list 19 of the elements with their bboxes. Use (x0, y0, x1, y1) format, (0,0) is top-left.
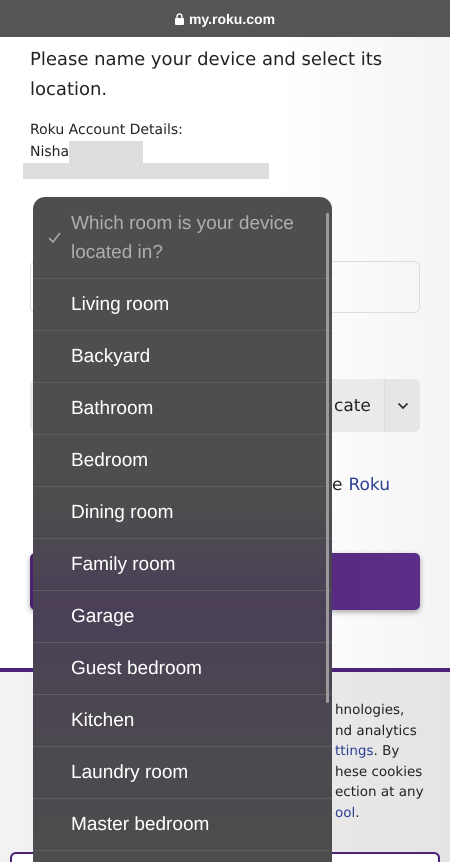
cookie-link[interactable]: ool (335, 804, 356, 820)
cookie-text: hese cookies (335, 764, 422, 780)
account-label: Roku Account Details: (30, 121, 184, 140)
chevron-icon (396, 402, 408, 410)
page-heading: Please name your device and select its location. (30, 48, 384, 102)
url-text[interactable]: my.roku.com (188, 10, 276, 26)
menu-item[interactable]: Master bedroom (33, 799, 332, 851)
cookie-text: . (355, 804, 360, 820)
menu-item[interactable]: Laundry room (33, 747, 332, 799)
cookie-text: . By (374, 743, 400, 759)
roku-link[interactable]: Roku (348, 474, 390, 496)
checkmark-icon (48, 232, 60, 243)
cookie-text: hnologies, (335, 702, 404, 718)
cookie-text: ection at any (335, 784, 424, 800)
menu-item[interactable]: Kitchen (33, 695, 332, 747)
cookie-link[interactable]: ttings (335, 743, 374, 759)
account-name: Nisha (30, 143, 70, 162)
cookie-text: nd analytics (335, 722, 417, 738)
consent-text: e (332, 474, 342, 496)
